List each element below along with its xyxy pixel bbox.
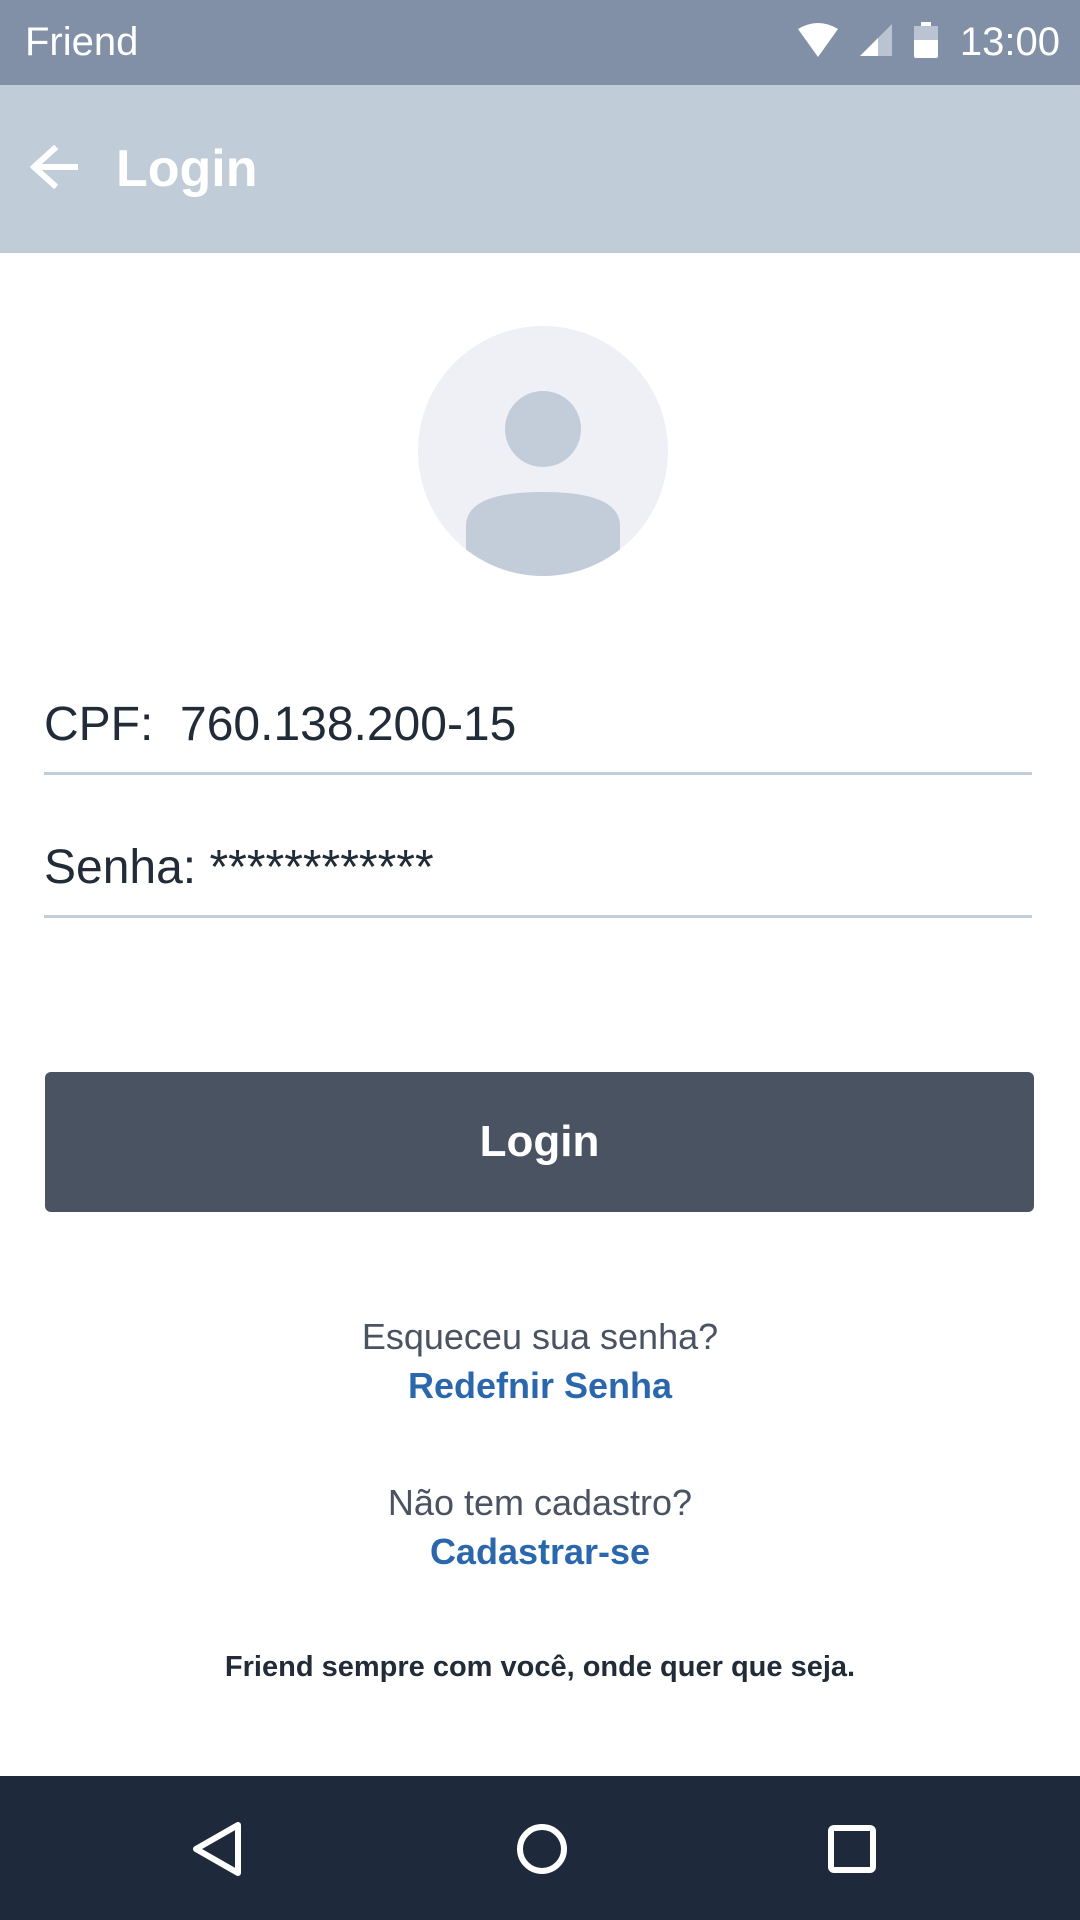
password-label: Senha: [44,841,210,894]
avatar [418,326,668,576]
square-recents-icon [828,1824,876,1878]
login-button-label: Login [479,1117,600,1166]
circle-home-icon [516,1823,568,1880]
user-placeholder-icon [466,391,620,576]
page-title: Login [116,140,258,198]
signup-link[interactable]: Cadastrar-se [430,1531,650,1572]
navigation-bar [0,1776,1080,1920]
status-app-name: Friend [25,20,139,64]
back-button[interactable] [28,143,80,195]
nav-back-button[interactable] [172,1806,262,1896]
status-icons: 13:00 [797,20,1060,65]
tagline: Friend sempre com você, onde quer que se… [224,1651,856,1683]
login-button[interactable]: Login [45,1072,1034,1212]
cell-signal-icon [859,24,892,61]
password-field[interactable]: Senha: ************ [44,838,1032,918]
forgot-password-question: Esqueceu sua senha? [361,1316,719,1357]
signup-question: Não tem cadastro? [387,1482,693,1523]
reset-password-row: Redefnir Senha [0,1365,1080,1407]
battery-icon [913,22,938,63]
app-bar: Login [0,85,1080,253]
reset-password-link[interactable]: Redefnir Senha [408,1365,672,1406]
cpf-value: 760.138.200-15 [180,698,517,751]
wifi-icon [797,23,838,62]
cpf-field[interactable]: CPF: 760.138.200-15 [44,695,1032,775]
arrow-left-icon [29,144,79,194]
cpf-label: CPF: [44,698,181,751]
nav-home-button[interactable] [497,1806,587,1896]
signup-row: Cadastrar-se [0,1531,1080,1573]
status-time: 13:00 [959,20,1060,64]
password-value: ************ [209,841,434,894]
nav-recents-button[interactable] [807,1806,897,1896]
status-bar: Friend 13:00 [0,0,1080,85]
triangle-back-icon [191,1821,243,1881]
